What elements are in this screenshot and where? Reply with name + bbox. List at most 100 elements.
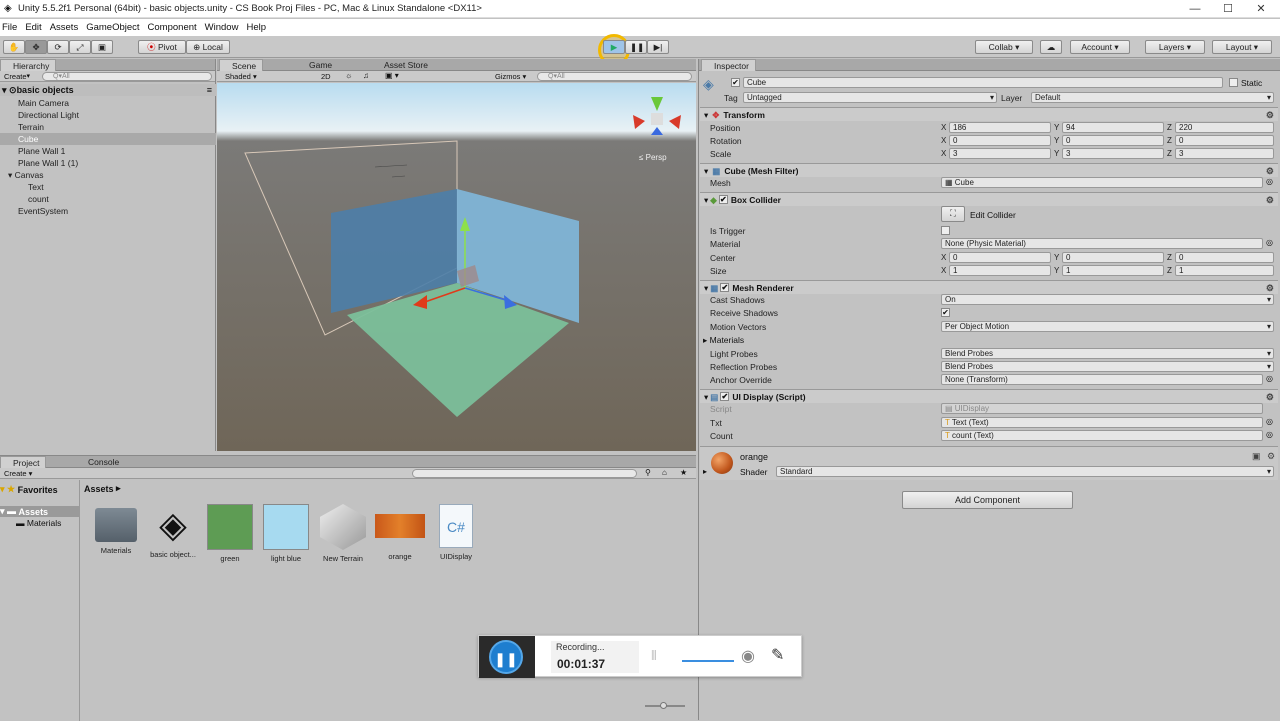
- asset-green[interactable]: green: [200, 504, 260, 563]
- rotation-z-field[interactable]: 0: [1175, 135, 1274, 146]
- asset-light-blue[interactable]: light blue: [256, 504, 316, 563]
- component-settings-gear-icon[interactable]: ⚙: [1266, 108, 1274, 122]
- active-checkbox[interactable]: ✔: [731, 78, 740, 87]
- component-settings-gear-icon[interactable]: ⚙: [1266, 390, 1274, 404]
- shading-mode-dropdown[interactable]: Shaded ▾: [225, 72, 257, 81]
- receive-shadows-checkbox[interactable]: ✔: [941, 308, 950, 317]
- material-help-icon[interactable]: ▣: [1252, 451, 1261, 462]
- pen-icon[interactable]: ✎: [771, 645, 784, 665]
- materials-foldout[interactable]: ▸ Materials: [703, 335, 744, 346]
- menu-gameobject[interactable]: GameObject: [86, 19, 139, 36]
- asset-uidisplay[interactable]: C# UIDisplay: [426, 504, 486, 561]
- scene-menu-icon[interactable]: ≡: [207, 85, 212, 95]
- mesh-renderer-header[interactable]: ▾ ▦ ✔ Mesh Renderer ⚙: [700, 280, 1278, 294]
- hand-tool-icon[interactable]: ✋: [3, 40, 25, 54]
- account-button[interactable]: Account ▾: [1070, 40, 1130, 54]
- object-picker-icon[interactable]: ◎: [1266, 374, 1273, 383]
- hierarchy-item-count[interactable]: count: [0, 193, 216, 205]
- hierarchy-item-text[interactable]: Text: [0, 181, 216, 193]
- volume-slider[interactable]: [682, 660, 734, 662]
- orientation-gizmo-center[interactable]: [651, 113, 663, 125]
- position-x-field[interactable]: 186: [949, 122, 1051, 133]
- hierarchy-item-canvas[interactable]: ▾ Canvas: [0, 169, 216, 181]
- close-button[interactable]: ✕: [1246, 0, 1276, 18]
- box-collider-header[interactable]: ▾ ◆ ✔ Box Collider ⚙: [700, 192, 1278, 206]
- pivot-button[interactable]: ⦿ Pivot: [138, 40, 186, 54]
- layer-dropdown[interactable]: Default ▾: [1031, 92, 1274, 103]
- light-probes-dropdown[interactable]: Blend Probes ▾: [941, 348, 1274, 359]
- hierarchy-item-plane-wall-1-copy[interactable]: Plane Wall 1 (1): [0, 157, 216, 169]
- menu-file[interactable]: File: [2, 19, 17, 36]
- tab-game[interactable]: Game: [297, 59, 338, 71]
- scale-x-field[interactable]: 3: [949, 148, 1051, 159]
- rotation-x-field[interactable]: 0: [949, 135, 1051, 146]
- object-picker-icon[interactable]: ◎: [1266, 417, 1273, 426]
- lighting-toggle-icon[interactable]: ☼: [345, 71, 352, 80]
- local-button[interactable]: ⊕ Local: [186, 40, 230, 54]
- asset-orange[interactable]: orange: [370, 504, 430, 561]
- asset-materials[interactable]: Materials: [86, 508, 146, 555]
- component-settings-gear-icon[interactable]: ⚙: [1266, 281, 1274, 295]
- rect-tool-icon[interactable]: ▣: [91, 40, 113, 54]
- component-settings-gear-icon[interactable]: ⚙: [1266, 193, 1274, 207]
- component-settings-gear-icon[interactable]: ⚙: [1266, 164, 1274, 178]
- maximize-button[interactable]: ☐: [1213, 0, 1243, 18]
- orientation-gizmo-y[interactable]: [651, 97, 663, 111]
- ui-display-enabled-checkbox[interactable]: ✔: [720, 392, 730, 401]
- project-search-input[interactable]: [412, 469, 637, 478]
- menu-component[interactable]: Component: [148, 19, 197, 36]
- ui-display-header[interactable]: ▾ ▤ ✔ UI Display (Script) ⚙: [700, 389, 1278, 403]
- count-field[interactable]: T count (Text): [941, 430, 1263, 441]
- anchor-override-field[interactable]: None (Transform): [941, 374, 1263, 385]
- tab-hierarchy[interactable]: Hierarchy: [0, 59, 57, 71]
- filter-label-icon[interactable]: ⌂: [662, 468, 667, 477]
- project-breadcrumb[interactable]: Assets ▸: [84, 483, 121, 494]
- layers-button[interactable]: Layers ▾: [1145, 40, 1205, 54]
- mesh-filter-header[interactable]: ▾ ▦ Cube (Mesh Filter) ⚙: [700, 163, 1278, 177]
- txt-field[interactable]: T Text (Text): [941, 417, 1263, 428]
- center-y-field[interactable]: 0: [1062, 252, 1164, 263]
- object-picker-icon[interactable]: ◎: [1266, 238, 1273, 247]
- effects-toggle-icon[interactable]: ▣ ▾: [385, 71, 399, 80]
- tab-console[interactable]: Console: [76, 456, 125, 468]
- minimize-button[interactable]: —: [1180, 0, 1210, 18]
- size-x-field[interactable]: 1: [949, 265, 1051, 276]
- materials-folder-row[interactable]: ▬ Materials: [16, 518, 61, 528]
- assets-folder-row[interactable]: ▾ ▬ Assets: [0, 506, 80, 517]
- webcam-icon[interactable]: ◉: [741, 646, 755, 666]
- mesh-renderer-enabled-checkbox[interactable]: ✔: [720, 283, 730, 292]
- scale-y-field[interactable]: 3: [1062, 148, 1164, 159]
- material-foldout-arrow[interactable]: ▸: [703, 467, 707, 476]
- asset-new-terrain[interactable]: New Terrain: [313, 504, 373, 563]
- size-z-field[interactable]: 1: [1175, 265, 1274, 276]
- object-picker-icon[interactable]: ◎: [1266, 430, 1273, 439]
- orientation-gizmo-x-neg[interactable]: [669, 115, 681, 129]
- pause-button[interactable]: ❚❚: [625, 40, 647, 54]
- tag-dropdown[interactable]: Untagged ▾: [743, 92, 997, 103]
- material-settings-gear-icon[interactable]: ⚙: [1267, 451, 1275, 462]
- static-checkbox[interactable]: [1229, 78, 1238, 87]
- expand-arrow-icon[interactable]: ▾: [8, 170, 15, 180]
- gizmos-dropdown[interactable]: Gizmos ▾: [495, 72, 526, 81]
- hierarchy-search-input[interactable]: Q▾All: [42, 72, 212, 81]
- step-button[interactable]: ▶|: [647, 40, 669, 54]
- orientation-gizmo-z[interactable]: [651, 127, 663, 135]
- scene-root-row[interactable]: ▾ ⊙ basic objects ≡: [0, 84, 216, 96]
- cloud-icon[interactable]: ☁: [1040, 40, 1062, 54]
- tab-asset-store[interactable]: Asset Store: [372, 59, 434, 71]
- menu-edit[interactable]: Edit: [25, 19, 41, 36]
- center-z-field[interactable]: 0: [1175, 252, 1274, 263]
- edit-collider-button[interactable]: ⛶: [941, 206, 965, 222]
- hierarchy-item-eventsystem[interactable]: EventSystem: [0, 205, 216, 217]
- rotation-y-field[interactable]: 0: [1062, 135, 1164, 146]
- favorites-row[interactable]: ▾ ★ Favorites: [0, 484, 58, 495]
- hierarchy-item-directional-light[interactable]: Directional Light: [0, 109, 216, 121]
- menu-assets[interactable]: Assets: [50, 19, 79, 36]
- hierarchy-item-plane-wall-1[interactable]: Plane Wall 1: [0, 145, 216, 157]
- shader-dropdown[interactable]: Standard ▾: [776, 466, 1274, 477]
- position-y-field[interactable]: 94: [1062, 122, 1164, 133]
- transform-header[interactable]: ▾ ✥ Transform ⚙: [700, 107, 1278, 121]
- menu-window[interactable]: Window: [205, 19, 239, 36]
- collab-button[interactable]: Collab ▾: [975, 40, 1033, 54]
- scene-viewport[interactable]: ≤ Persp: [217, 83, 696, 451]
